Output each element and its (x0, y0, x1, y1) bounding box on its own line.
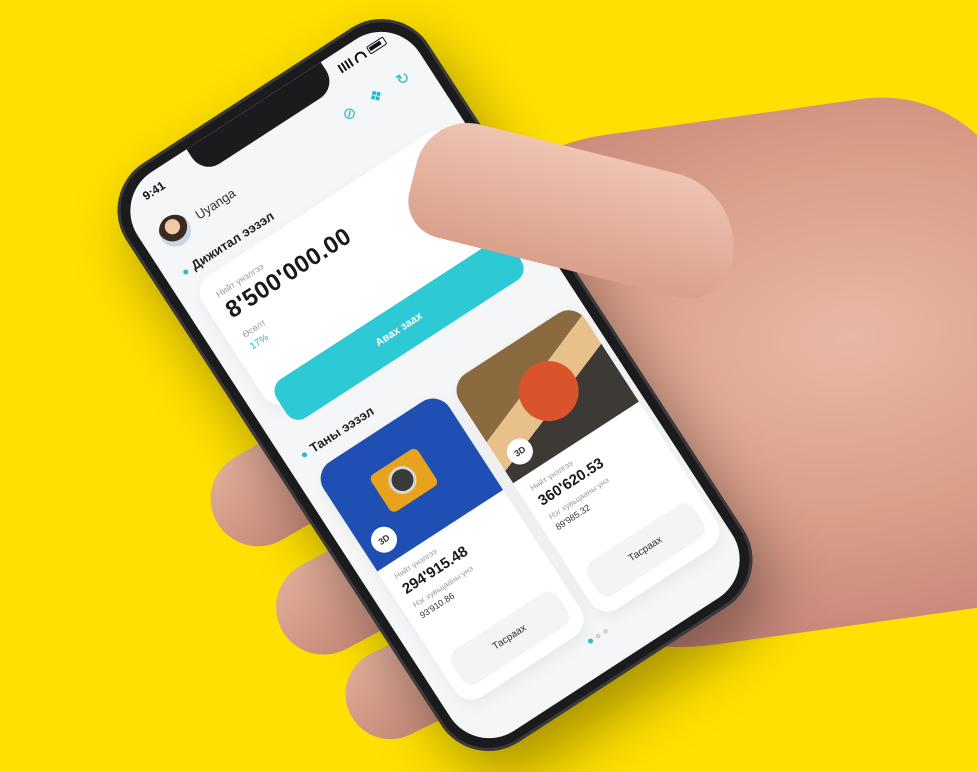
3d-badge[interactable]: 3D (366, 521, 403, 558)
page-dot[interactable] (594, 632, 602, 640)
signal-icon (337, 58, 354, 74)
status-icons (337, 36, 388, 74)
scene: 9:41 Uyanga ⊘ ❖ ↻ Дижитал ээзэл Нийт үнэ… (0, 0, 977, 772)
refresh-icon[interactable]: ↻ (390, 66, 418, 94)
page-indicator[interactable] (587, 627, 610, 645)
eye-off-icon[interactable]: ⊘ (336, 101, 364, 129)
sell-button[interactable]: Тасраах (582, 498, 710, 601)
page-dot[interactable] (602, 627, 610, 635)
gift-icon[interactable]: ❖ (363, 83, 391, 111)
chair-shape (507, 349, 591, 433)
3d-badge[interactable]: 3D (501, 433, 538, 470)
camera-icon (368, 446, 440, 515)
section-dot (182, 268, 190, 276)
battery-icon (365, 36, 388, 55)
page-dot[interactable] (587, 637, 595, 645)
avatar[interactable] (152, 208, 198, 253)
sell-button[interactable]: Тасраах (446, 586, 574, 690)
wifi-icon (352, 49, 368, 64)
status-time: 9:41 (139, 178, 168, 204)
section-dot (301, 451, 308, 459)
top-icons: ⊘ ❖ ↻ (336, 66, 417, 129)
username: Uyanga (192, 185, 239, 223)
